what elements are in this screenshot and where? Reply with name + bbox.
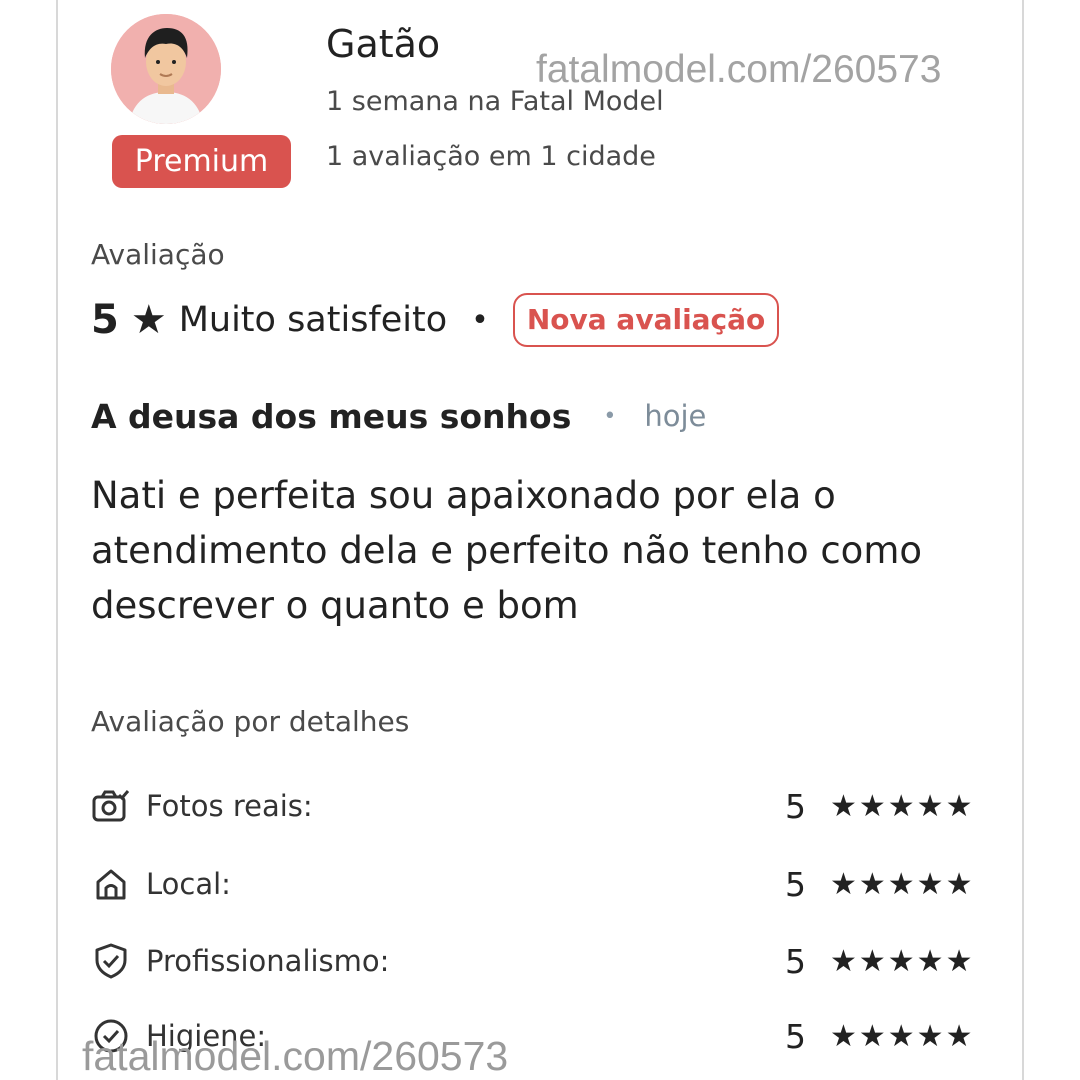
star-rating: ★★★★★: [830, 943, 975, 979]
detail-score: 5: [785, 786, 806, 826]
shield-check-icon: [91, 941, 131, 981]
detail-label: Local:: [146, 867, 231, 901]
review-title: A deusa dos meus sonhos: [91, 396, 572, 436]
review-time: hoje: [644, 399, 707, 433]
watermark-top: fatalmodel.com/260573: [536, 48, 942, 91]
star-rating: ★★★★★: [830, 1018, 975, 1054]
card-left-border: [56, 0, 58, 1080]
camera-icon: [91, 786, 131, 826]
separator-dot: •: [603, 403, 617, 429]
separator-dot: •: [471, 302, 489, 338]
star-rating: ★★★★★: [830, 788, 975, 824]
male-avatar-icon: [111, 14, 221, 124]
rating-section-title: Avaliação: [91, 238, 225, 271]
detail-score: 5: [785, 864, 806, 904]
detail-row-profissionalismo: Profissionalismo: 5 ★★★★★: [91, 937, 991, 985]
star-icon: ★: [130, 297, 167, 343]
detail-score: 5: [785, 941, 806, 981]
home-icon: [91, 864, 131, 904]
avatar[interactable]: [111, 14, 221, 124]
detail-score: 5: [785, 1016, 806, 1056]
rating-score: 5: [91, 297, 119, 343]
reviews-count: 1 avaliação em 1 cidade: [326, 141, 656, 172]
detail-row-fotos-reais: Fotos reais: 5 ★★★★★: [91, 782, 991, 830]
detail-label: Fotos reais:: [146, 789, 313, 823]
profile-name[interactable]: Gatão: [326, 22, 440, 66]
review-body: Nati e perfeita sou apaixonado por ela o…: [91, 474, 923, 627]
overall-rating: 5 ★ Muito satisfeito • Nova avaliação: [91, 293, 780, 347]
premium-badge: Premium: [112, 135, 291, 188]
detail-label: Profissionalismo:: [146, 944, 390, 978]
review-header: A deusa dos meus sonhos • hoje: [91, 392, 706, 440]
watermark-bottom: fatalmodel.com/260573: [82, 1033, 509, 1079]
star-rating: ★★★★★: [830, 866, 975, 902]
detail-row-local: Local: 5 ★★★★★: [91, 860, 991, 908]
rating-label: Muito satisfeito: [178, 300, 448, 340]
card-right-border: [1022, 0, 1024, 1080]
new-review-badge: Nova avaliação: [512, 293, 780, 347]
details-section-title: Avaliação por detalhes: [91, 705, 410, 738]
